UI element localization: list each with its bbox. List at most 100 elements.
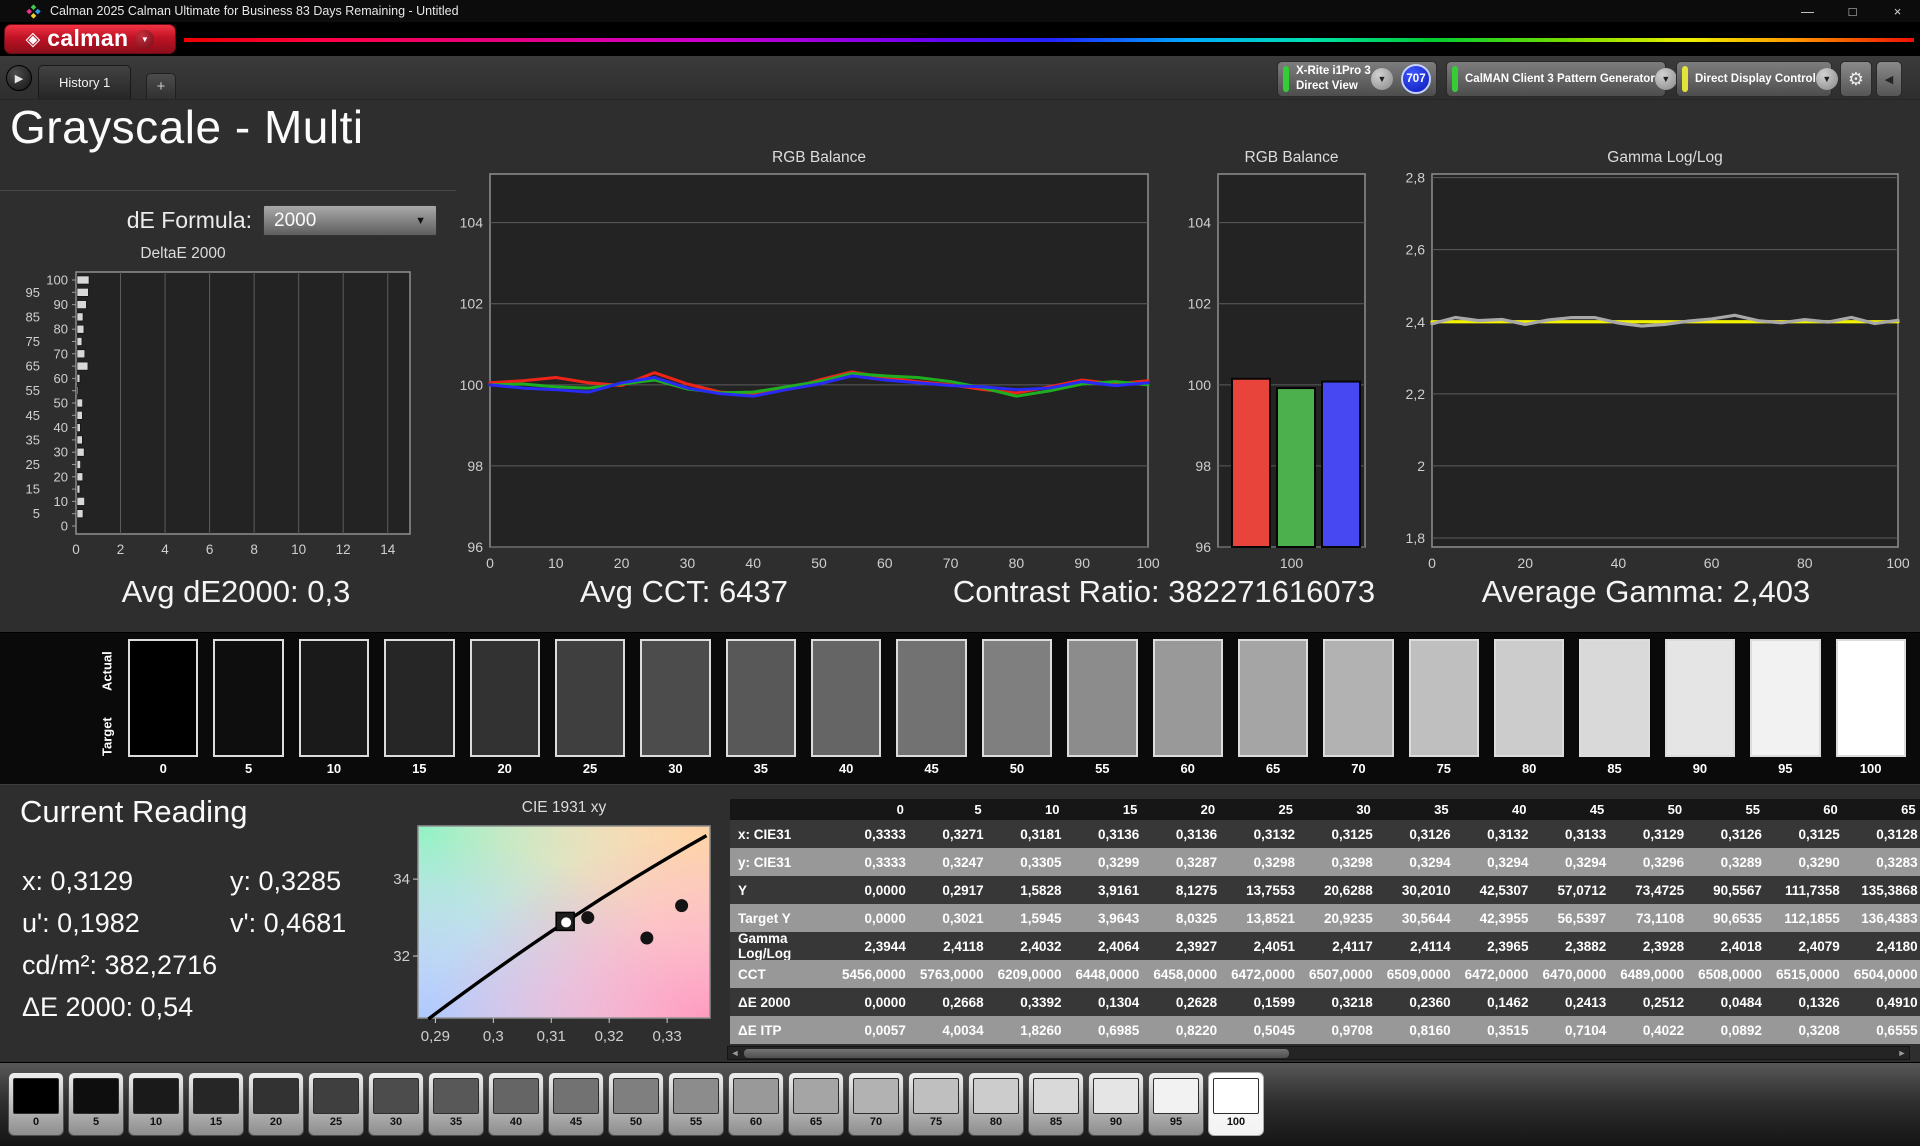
svg-text:15: 15 bbox=[26, 482, 40, 497]
table-cell: 0,3218 bbox=[1308, 988, 1387, 1016]
source-dropdown-icon[interactable]: ▼ bbox=[1654, 68, 1677, 90]
pattern-level-button-85[interactable]: 85 bbox=[1028, 1072, 1084, 1136]
app-logo-icon bbox=[26, 3, 41, 19]
svg-text:75: 75 bbox=[26, 334, 40, 349]
table-column-header: 60 bbox=[1775, 799, 1854, 820]
table-row-label: x: CIE31 bbox=[730, 820, 842, 848]
svg-text:1,8: 1,8 bbox=[1406, 530, 1426, 546]
pattern-level-button-55[interactable]: 55 bbox=[668, 1072, 724, 1136]
tab-history-1[interactable]: History 1 bbox=[38, 65, 132, 99]
table-cell: 2,4018 bbox=[1698, 932, 1776, 960]
pattern-level-button-50[interactable]: 50 bbox=[608, 1072, 664, 1136]
calman-menu-button[interactable]: ◈ calman ▼ bbox=[4, 24, 176, 54]
grayscale-swatch-0: 0 bbox=[128, 639, 199, 776]
average-gamma-stat: Average Gamma: 2,403 bbox=[1481, 574, 1811, 609]
add-tab-button[interactable]: + bbox=[146, 73, 176, 99]
display-control-selector[interactable]: Direct Display Control ▼ bbox=[1676, 61, 1838, 97]
table-cell: 0,2917 bbox=[919, 876, 998, 904]
scrollbar-thumb[interactable] bbox=[744, 1048, 1289, 1058]
table-cell: 0,3125 bbox=[1308, 820, 1387, 848]
meter-selector[interactable]: X-Rite i1Pro 3 Direct View ▼ 707 bbox=[1277, 61, 1437, 97]
table-cell: 0,3021 bbox=[919, 904, 998, 932]
svg-text:25: 25 bbox=[26, 457, 40, 472]
grayscale-swatch-80: 80 bbox=[1494, 639, 1565, 776]
pattern-level-button-45[interactable]: 45 bbox=[548, 1072, 604, 1136]
pattern-level-button-25[interactable]: 25 bbox=[308, 1072, 364, 1136]
current-reading-values: x: 0,3129 y: 0,3285 u': 0,1982 v': 0,468… bbox=[22, 866, 346, 1023]
scroll-right-icon[interactable]: ► bbox=[1895, 1048, 1909, 1058]
calman-logo-text: calman bbox=[47, 24, 129, 51]
pattern-level-button-80[interactable]: 80 bbox=[968, 1072, 1024, 1136]
svg-text:0,34: 0,34 bbox=[394, 871, 410, 888]
calman-menu-arrow-icon[interactable]: ▼ bbox=[135, 29, 155, 49]
svg-text:102: 102 bbox=[1188, 296, 1212, 312]
pattern-level-button-40[interactable]: 40 bbox=[488, 1072, 544, 1136]
pattern-level-button-0[interactable]: 0 bbox=[8, 1072, 64, 1136]
close-button[interactable]: × bbox=[1875, 0, 1920, 22]
svg-text:70: 70 bbox=[943, 555, 959, 571]
pattern-level-button-15[interactable]: 15 bbox=[188, 1072, 244, 1136]
table-cell: 2,3944 bbox=[842, 932, 920, 960]
pattern-level-button-10[interactable]: 10 bbox=[128, 1072, 184, 1136]
svg-text:0,32: 0,32 bbox=[394, 948, 410, 965]
history-nav-button[interactable]: ▶ bbox=[6, 65, 32, 91]
table-cell: 2,4117 bbox=[1308, 932, 1387, 960]
pattern-level-button-95[interactable]: 95 bbox=[1148, 1072, 1204, 1136]
table-cell: 0,9708 bbox=[1308, 1016, 1387, 1044]
minimize-button[interactable]: — bbox=[1785, 0, 1830, 22]
table-cell: 0,2628 bbox=[1153, 988, 1232, 1016]
de-formula-dropdown-icon: ▼ bbox=[415, 214, 426, 227]
table-column-header: 40 bbox=[1464, 799, 1543, 820]
table-cell: 20,9235 bbox=[1308, 904, 1387, 932]
contrast-ratio-stat: Contrast Ratio: 382271616073 bbox=[952, 574, 1376, 609]
table-cell: 0,8160 bbox=[1386, 1016, 1465, 1044]
pattern-level-button-75[interactable]: 75 bbox=[908, 1072, 964, 1136]
grayscale-swatch-40: 40 bbox=[811, 639, 882, 776]
meter-dropdown-icon[interactable]: ▼ bbox=[1371, 68, 1393, 90]
svg-text:95: 95 bbox=[26, 285, 40, 300]
meter-name: X-Rite i1Pro 3 bbox=[1296, 65, 1371, 78]
pattern-level-button-65[interactable]: 65 bbox=[788, 1072, 844, 1136]
pattern-level-button-70[interactable]: 70 bbox=[848, 1072, 904, 1136]
table-cell: 0,3136 bbox=[1075, 820, 1154, 848]
table-cell: 0,1304 bbox=[1075, 988, 1154, 1016]
table-cell: 0,3515 bbox=[1464, 1016, 1543, 1044]
table-cell: 73,4725 bbox=[1620, 876, 1699, 904]
pattern-level-button-20[interactable]: 20 bbox=[248, 1072, 304, 1136]
table-cell: 0,8220 bbox=[1153, 1016, 1232, 1044]
rainbow-gradient-bar bbox=[184, 38, 1914, 42]
grayscale-swatch-30: 30 bbox=[640, 639, 711, 776]
maximize-button[interactable]: □ bbox=[1830, 0, 1875, 22]
table-cell: 6209,0000 bbox=[997, 960, 1076, 988]
svg-text:45: 45 bbox=[26, 408, 40, 423]
de-formula-select[interactable]: 2000 ▼ bbox=[263, 205, 437, 236]
table-cell: 0,1462 bbox=[1464, 988, 1543, 1016]
svg-text:0,29: 0,29 bbox=[421, 1028, 450, 1045]
pattern-level-button-35[interactable]: 35 bbox=[428, 1072, 484, 1136]
table-cell: 0,3132 bbox=[1231, 820, 1309, 848]
svg-text:40: 40 bbox=[745, 555, 761, 571]
meter-mode: Direct View bbox=[1296, 80, 1358, 92]
collapse-panel-button[interactable]: ◀ bbox=[1876, 61, 1902, 97]
pattern-level-button-90[interactable]: 90 bbox=[1088, 1072, 1144, 1136]
svg-text:60: 60 bbox=[1704, 555, 1720, 571]
settings-button[interactable]: ⚙ bbox=[1840, 61, 1872, 97]
svg-text:40: 40 bbox=[1611, 555, 1627, 571]
svg-text:100: 100 bbox=[1886, 555, 1910, 571]
table-cell: 2,4051 bbox=[1231, 932, 1309, 960]
table-scrollbar[interactable]: ◄ ► bbox=[727, 1046, 1910, 1060]
display-dropdown-icon[interactable]: ▼ bbox=[1815, 68, 1838, 90]
pattern-source-selector[interactable]: CalMAN Client 3 Pattern Generator ▼ bbox=[1446, 61, 1677, 97]
table-cell: 0,3283 bbox=[1853, 848, 1920, 876]
svg-text:5: 5 bbox=[33, 506, 40, 521]
pattern-level-button-100[interactable]: 100 bbox=[1208, 1072, 1264, 1136]
table-cell: 0,3132 bbox=[1464, 820, 1543, 848]
grayscale-swatch-20: 20 bbox=[469, 639, 540, 776]
scroll-left-icon[interactable]: ◄ bbox=[728, 1048, 742, 1058]
svg-text:100: 100 bbox=[1280, 555, 1304, 571]
table-cell: 13,7553 bbox=[1231, 876, 1309, 904]
pattern-level-button-60[interactable]: 60 bbox=[728, 1072, 784, 1136]
pattern-level-button-30[interactable]: 30 bbox=[368, 1072, 424, 1136]
pattern-level-button-5[interactable]: 5 bbox=[68, 1072, 124, 1136]
table-column-header: 15 bbox=[1075, 799, 1154, 820]
